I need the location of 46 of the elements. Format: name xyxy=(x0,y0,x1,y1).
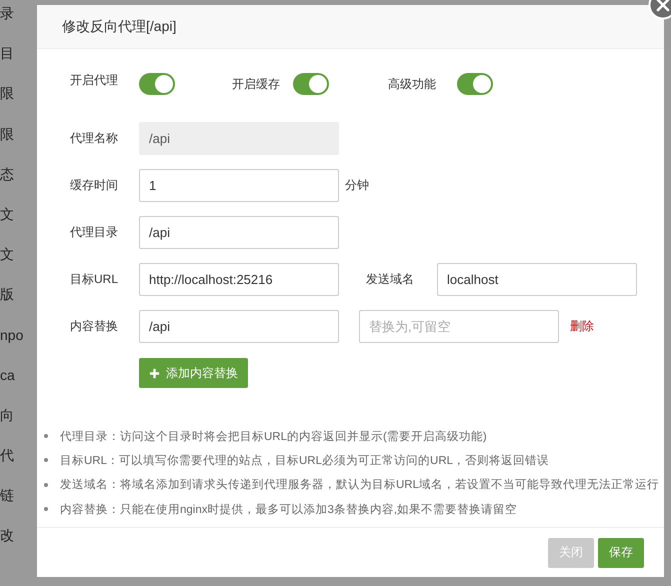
switch-label: 开启代理 xyxy=(70,72,118,88)
help-text: 代理目录：访问这个目录时将会把目标URL的内容返回并显示(需要开启高级功能) xyxy=(60,429,487,444)
toggle-switch[interactable] xyxy=(293,73,329,95)
menu-item[interactable]: 录 xyxy=(0,5,37,46)
bullet-icon xyxy=(44,434,48,438)
menu-item[interactable]: 改 xyxy=(0,527,37,568)
input-field[interactable]: /api xyxy=(139,310,339,343)
menu-item[interactable]: 链 xyxy=(0,487,37,528)
bullet-icon xyxy=(44,507,48,512)
menu-item[interactable]: 限 xyxy=(0,126,37,166)
menu-item[interactable]: ca xyxy=(0,366,37,407)
menu-item[interactable]: 版 xyxy=(0,286,37,326)
menu-item[interactable]: npo xyxy=(0,326,37,367)
menu-item[interactable]: 向 xyxy=(0,406,37,448)
save-button[interactable]: 保存 xyxy=(598,538,644,568)
unit-label: 分钟 xyxy=(345,177,369,194)
switch-label: 开启缓存 xyxy=(232,76,280,92)
menu-item[interactable]: 目 xyxy=(0,45,37,86)
field-label: 目标URL xyxy=(70,271,120,288)
help-text: 目标URL：可以填写你需要代理的站点，目标URL必须为可正常访问的URL，否则将返回错误 xyxy=(60,453,550,468)
plus-icon xyxy=(149,368,160,378)
delete-link[interactable]: 删除 xyxy=(570,318,594,335)
input-field[interactable]: 替换为,可留空 xyxy=(359,310,559,343)
input-field[interactable]: localhost xyxy=(437,263,637,296)
menu-item[interactable]: 限 xyxy=(0,85,37,126)
menu-item[interactable]: 文 xyxy=(0,246,37,286)
field-label: 缓存时间 xyxy=(70,177,119,194)
input-field[interactable]: 1 xyxy=(139,169,339,202)
menu-item[interactable]: 代 xyxy=(0,447,37,488)
switch-label: 高级功能 xyxy=(388,76,436,92)
field-label: 内容替换 xyxy=(70,318,119,335)
input-field[interactable]: /api xyxy=(139,216,339,249)
bullet-icon xyxy=(44,458,48,462)
toggle-switch[interactable] xyxy=(457,73,493,95)
add-button[interactable]: 添加内容替换 xyxy=(139,358,248,388)
field-label: 代理目录 xyxy=(70,224,119,241)
menu-item[interactable]: 文 xyxy=(0,206,37,246)
dialog-title: 修改反向代理[/api] xyxy=(62,18,176,36)
help-text: 发送域名：将域名添加到请求头传递到代理服务器，默认为目标URL域名，若设置不当可能导致代理无法正常运行 xyxy=(60,478,660,492)
field-label: 发送域名 xyxy=(366,271,415,288)
help-text: 内容替换：只能在使用nginx时提供，最多可以添加3条替换内容,如果不需要替换请留空 xyxy=(60,502,518,517)
toggle-switch[interactable] xyxy=(139,73,175,95)
field-label: 代理名称 xyxy=(70,130,119,147)
bullet-icon xyxy=(44,482,48,487)
menu-item[interactable]: 态 xyxy=(0,166,37,206)
input-field[interactable]: http://localhost:25216 xyxy=(139,263,339,296)
